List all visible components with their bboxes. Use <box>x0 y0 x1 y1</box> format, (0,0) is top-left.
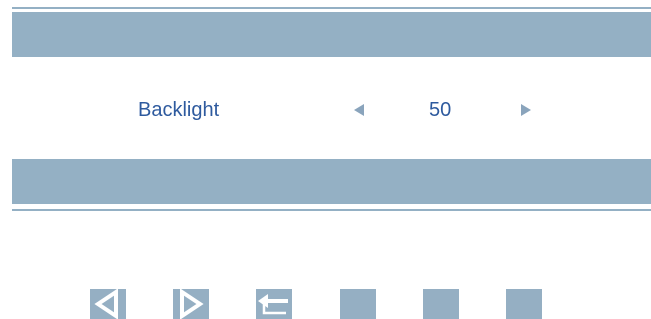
setting-row-backlight[interactable]: Backlight 50 <box>12 57 651 159</box>
key-button-5[interactable] <box>423 289 459 319</box>
return-key-button[interactable] <box>256 289 292 319</box>
key-button-4[interactable] <box>340 289 376 319</box>
left-arrow-icon <box>94 289 118 319</box>
right-key-button[interactable] <box>173 289 209 319</box>
increase-arrow-icon[interactable] <box>521 104 531 116</box>
bottom-footer-bar <box>12 159 651 204</box>
return-icon <box>258 294 288 315</box>
top-header-bar <box>12 12 651 57</box>
setting-value: 50 <box>429 99 452 121</box>
decrease-arrow-icon[interactable] <box>354 104 364 116</box>
right-arrow-icon <box>180 289 204 319</box>
osd-menu-panel: Backlight 50 <box>12 7 651 217</box>
setting-label: Backlight <box>138 99 220 121</box>
bottom-border-line <box>12 209 651 211</box>
top-border-line <box>12 7 651 9</box>
left-key-button[interactable] <box>90 289 126 319</box>
key-button-6[interactable] <box>506 289 542 319</box>
